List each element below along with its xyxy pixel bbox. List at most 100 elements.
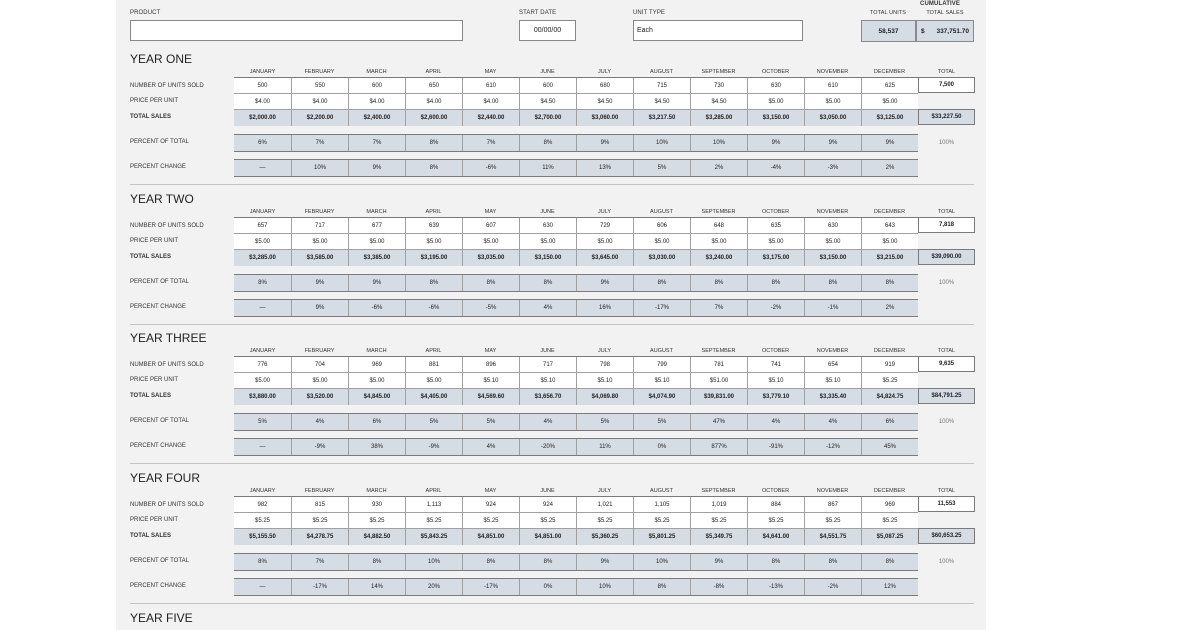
units-cell[interactable]: 1,105 bbox=[633, 497, 690, 513]
price-cell[interactable]: $4.50 bbox=[690, 94, 747, 110]
units-cell[interactable]: 799 bbox=[633, 357, 690, 373]
price-cell[interactable]: $5.25 bbox=[519, 513, 576, 529]
units-cell[interactable]: 881 bbox=[405, 357, 462, 373]
units-cell[interactable]: 896 bbox=[462, 357, 519, 373]
units-cell[interactable]: 600 bbox=[519, 78, 576, 94]
price-cell[interactable]: $51.00 bbox=[690, 373, 747, 389]
price-cell[interactable]: $5.25 bbox=[576, 513, 633, 529]
price-cell[interactable]: $5.25 bbox=[861, 373, 918, 389]
units-cell[interactable]: 606 bbox=[633, 218, 690, 234]
price-cell[interactable]: $5.10 bbox=[633, 373, 690, 389]
price-cell[interactable]: $5.00 bbox=[747, 234, 804, 250]
price-cell[interactable]: $5.10 bbox=[462, 373, 519, 389]
price-cell[interactable]: $5.00 bbox=[519, 234, 576, 250]
price-cell[interactable]: $5.00 bbox=[861, 234, 918, 250]
price-cell[interactable]: $5.00 bbox=[348, 373, 405, 389]
units-cell[interactable]: 625 bbox=[861, 78, 918, 94]
units-cell[interactable]: 643 bbox=[861, 218, 918, 234]
start-date-input[interactable]: 00/00/00 bbox=[519, 20, 576, 41]
units-cell[interactable]: 717 bbox=[519, 357, 576, 373]
price-cell[interactable]: $5.00 bbox=[234, 373, 291, 389]
price-cell[interactable]: $5.00 bbox=[804, 94, 861, 110]
units-cell[interactable]: 715 bbox=[633, 78, 690, 94]
units-cell[interactable]: 639 bbox=[405, 218, 462, 234]
units-cell[interactable]: 677 bbox=[348, 218, 405, 234]
price-cell[interactable]: $4.50 bbox=[576, 94, 633, 110]
units-cell[interactable]: 680 bbox=[576, 78, 633, 94]
price-cell[interactable]: $5.25 bbox=[861, 513, 918, 529]
price-cell[interactable]: $4.00 bbox=[348, 94, 405, 110]
price-cell[interactable]: $5.25 bbox=[348, 513, 405, 529]
units-cell[interactable]: 1,113 bbox=[405, 497, 462, 513]
pct-change-cell: 10% bbox=[291, 160, 348, 176]
units-cell[interactable]: 815 bbox=[291, 497, 348, 513]
units-cell[interactable]: 630 bbox=[747, 78, 804, 94]
units-cell[interactable]: 630 bbox=[804, 218, 861, 234]
price-cell[interactable]: $5.25 bbox=[462, 513, 519, 529]
price-cell[interactable]: $5.00 bbox=[234, 234, 291, 250]
price-cell[interactable]: $5.00 bbox=[291, 373, 348, 389]
units-cell[interactable]: 798 bbox=[576, 357, 633, 373]
price-cell[interactable]: $4.00 bbox=[405, 94, 462, 110]
units-cell[interactable]: 657 bbox=[234, 218, 291, 234]
units-cell[interactable]: 630 bbox=[519, 218, 576, 234]
units-cell[interactable]: 1,019 bbox=[690, 497, 747, 513]
price-cell[interactable]: $4.00 bbox=[462, 94, 519, 110]
price-cell[interactable]: $5.00 bbox=[861, 94, 918, 110]
units-cell[interactable]: 635 bbox=[747, 218, 804, 234]
units-cell[interactable]: 930 bbox=[348, 497, 405, 513]
price-cell[interactable]: $5.00 bbox=[405, 234, 462, 250]
units-cell[interactable]: 607 bbox=[462, 218, 519, 234]
price-cell[interactable]: $5.10 bbox=[519, 373, 576, 389]
units-cell[interactable]: 610 bbox=[462, 78, 519, 94]
units-cell[interactable]: 924 bbox=[462, 497, 519, 513]
price-cell[interactable]: $5.00 bbox=[633, 234, 690, 250]
price-cell[interactable]: $5.00 bbox=[348, 234, 405, 250]
price-cell[interactable]: $5.00 bbox=[804, 234, 861, 250]
units-cell[interactable]: 919 bbox=[861, 357, 918, 373]
units-cell[interactable]: 776 bbox=[234, 357, 291, 373]
price-cell[interactable]: $5.25 bbox=[804, 513, 861, 529]
units-cell[interactable]: 969 bbox=[348, 357, 405, 373]
price-cell[interactable]: $5.25 bbox=[234, 513, 291, 529]
units-cell[interactable]: 969 bbox=[861, 497, 918, 513]
price-cell[interactable]: $5.25 bbox=[690, 513, 747, 529]
units-cell[interactable]: 924 bbox=[519, 497, 576, 513]
price-cell[interactable]: $5.10 bbox=[576, 373, 633, 389]
price-cell[interactable]: $5.00 bbox=[576, 234, 633, 250]
price-cell[interactable]: $5.00 bbox=[747, 94, 804, 110]
price-cell[interactable]: $5.25 bbox=[747, 513, 804, 529]
units-cell[interactable]: 982 bbox=[234, 497, 291, 513]
units-cell[interactable]: 600 bbox=[348, 78, 405, 94]
unit-type-input[interactable]: Each bbox=[633, 20, 803, 41]
price-cell[interactable]: $5.00 bbox=[462, 234, 519, 250]
price-cell[interactable]: $5.25 bbox=[405, 513, 462, 529]
units-cell[interactable]: 1,021 bbox=[576, 497, 633, 513]
price-cell[interactable]: $5.25 bbox=[291, 513, 348, 529]
units-cell[interactable]: 717 bbox=[291, 218, 348, 234]
price-cell[interactable]: $5.00 bbox=[405, 373, 462, 389]
price-cell[interactable]: $5.25 bbox=[633, 513, 690, 529]
units-cell[interactable]: 648 bbox=[690, 218, 747, 234]
price-cell[interactable]: $5.00 bbox=[291, 234, 348, 250]
price-cell[interactable]: $5.00 bbox=[690, 234, 747, 250]
units-cell[interactable]: 730 bbox=[690, 78, 747, 94]
price-cell[interactable]: $4.50 bbox=[519, 94, 576, 110]
price-cell[interactable]: $5.10 bbox=[804, 373, 861, 389]
price-cell[interactable]: $4.00 bbox=[291, 94, 348, 110]
units-cell[interactable]: 500 bbox=[234, 78, 291, 94]
units-cell[interactable]: 867 bbox=[804, 497, 861, 513]
product-input[interactable] bbox=[130, 20, 463, 41]
price-cell[interactable]: $4.50 bbox=[633, 94, 690, 110]
units-cell[interactable]: 610 bbox=[804, 78, 861, 94]
units-cell[interactable]: 781 bbox=[690, 357, 747, 373]
units-cell[interactable]: 729 bbox=[576, 218, 633, 234]
units-cell[interactable]: 654 bbox=[804, 357, 861, 373]
units-cell[interactable]: 650 bbox=[405, 78, 462, 94]
units-cell[interactable]: 884 bbox=[747, 497, 804, 513]
price-cell[interactable]: $4.00 bbox=[234, 94, 291, 110]
units-cell[interactable]: 704 bbox=[291, 357, 348, 373]
price-cell[interactable]: $5.10 bbox=[747, 373, 804, 389]
units-cell[interactable]: 741 bbox=[747, 357, 804, 373]
units-cell[interactable]: 550 bbox=[291, 78, 348, 94]
